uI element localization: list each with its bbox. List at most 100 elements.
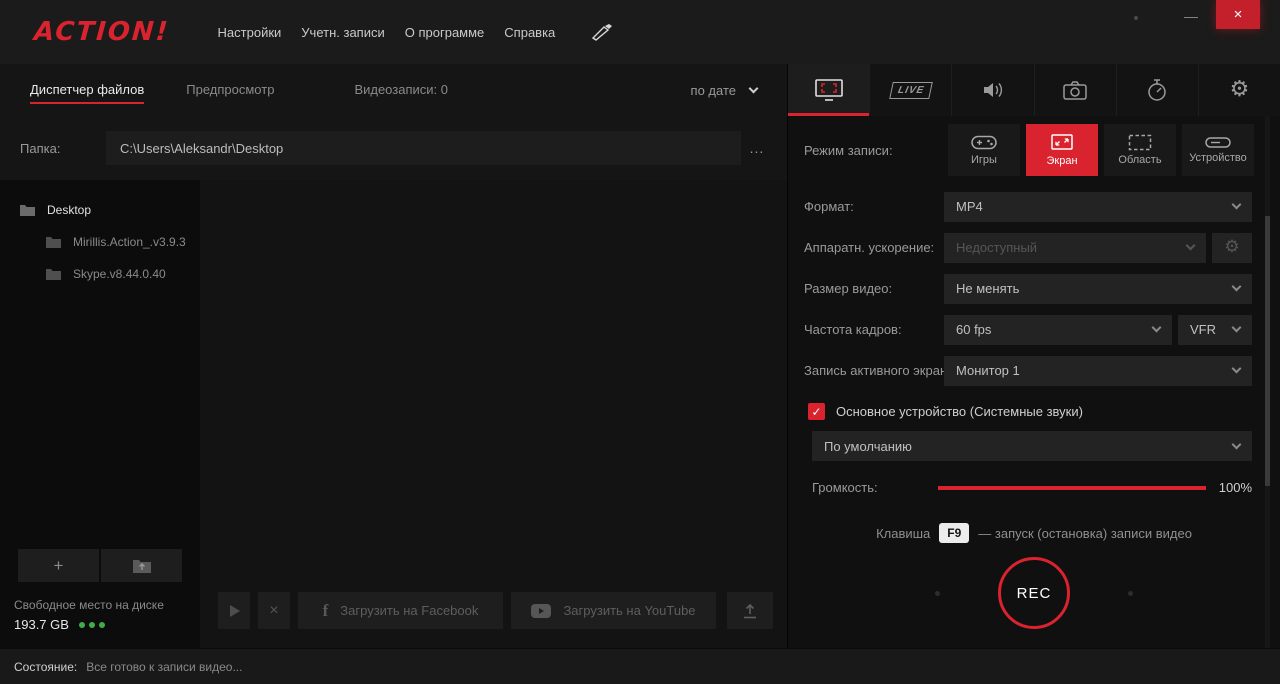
folder-label: Папка: (20, 141, 106, 156)
inactive-indicator-dot (935, 591, 940, 596)
settings-tabbar: LIVE ⚙ (788, 64, 1280, 116)
chevron-down-icon (749, 83, 759, 93)
minimize-button[interactable]: — (1180, 8, 1202, 24)
theme-brush-icon[interactable] (591, 23, 613, 41)
recording-mode-buttons: Игры Экран Область (948, 124, 1254, 176)
tab-live-streaming[interactable]: LIVE (869, 64, 951, 116)
tab-benchmark-timer[interactable] (1116, 64, 1198, 116)
sort-by-date-dropdown[interactable]: по дате (691, 83, 757, 98)
folder-path-value: C:\Users\Aleksandr\Desktop (120, 141, 283, 156)
folder-row: Папка: C:\Users\Aleksandr\Desktop ... (0, 116, 787, 180)
tab-recordings-count[interactable]: Видеозаписи: 0 (354, 76, 448, 104)
monitor-dropdown[interactable]: Монитор 1 (944, 356, 1252, 386)
camera-icon (1063, 81, 1087, 100)
action-app-window: ACTION! Настройки Учетн. записи О програ… (0, 0, 1280, 684)
vfr-value: VFR (1190, 322, 1216, 337)
audio-device-checkbox[interactable]: ✓ (808, 403, 825, 420)
menu-accounts[interactable]: Учетн. записи (291, 17, 394, 48)
framerate-row: Частота кадров: 60 fps VFR (804, 309, 1252, 350)
close-button[interactable]: × (1216, 0, 1260, 29)
mode-games-button[interactable]: Игры (948, 124, 1020, 176)
chevron-down-icon (1232, 364, 1242, 374)
tree-actions: + (0, 549, 200, 594)
delete-button[interactable]: × (258, 592, 290, 629)
tree-item-desktop[interactable]: Desktop (0, 194, 200, 226)
hw-acceleration-label: Аппаратн. ускорение: (804, 240, 944, 255)
volume-label: Громкость: (812, 480, 938, 495)
tab-screenshots[interactable] (1034, 64, 1116, 116)
tab-audio-recording[interactable] (951, 64, 1033, 116)
volume-slider[interactable] (938, 486, 1206, 490)
folder-path-input[interactable]: C:\Users\Aleksandr\Desktop (106, 131, 741, 165)
hw-acceleration-row: Аппаратн. ускорение: Недоступный ⚙ (804, 227, 1252, 268)
tree-item-label: Desktop (47, 203, 91, 217)
youtube-icon (531, 604, 551, 618)
browse-folder-button[interactable]: ... (741, 140, 773, 156)
rec-button[interactable]: REC (998, 557, 1070, 629)
chevron-down-icon (1232, 200, 1242, 210)
tab-settings[interactable]: ⚙ (1198, 64, 1280, 116)
play-button[interactable] (218, 592, 250, 629)
upload-facebook-button[interactable]: f Загрузить на Facebook (298, 592, 503, 629)
tree-item-mirillis[interactable]: Mirillis.Action_.v3.9.3 (0, 226, 200, 258)
main-content: Диспетчер файлов Предпросмотр Видеозапис… (0, 64, 1280, 648)
file-manager-tabbar: Диспетчер файлов Предпросмотр Видеозапис… (0, 64, 787, 116)
recording-mode-label: Режим записи: (804, 143, 948, 158)
upload-youtube-button[interactable]: Загрузить на YouTube (511, 592, 716, 629)
mode-label: Устройство (1189, 152, 1247, 164)
capture-device-icon (1205, 136, 1231, 149)
framerate-dropdown[interactable]: 60 fps (944, 315, 1172, 345)
hw-acceleration-dropdown[interactable]: Недоступный (944, 233, 1206, 263)
audio-device-dropdown[interactable]: По умолчанию (812, 431, 1252, 461)
format-value: MP4 (956, 199, 983, 214)
audio-device-checkbox-label: Основное устройство (Системные звуки) (836, 404, 1083, 419)
mode-device-button[interactable]: Устройство (1182, 124, 1254, 176)
video-size-dropdown[interactable]: Не менять (944, 274, 1252, 304)
menu-settings[interactable]: Настройки (208, 17, 292, 48)
folder-icon (20, 204, 35, 216)
menu-about[interactable]: О программе (395, 17, 495, 48)
upload-youtube-label: Загрузить на YouTube (563, 603, 695, 618)
import-folder-button[interactable] (101, 549, 182, 582)
vfr-dropdown[interactable]: VFR (1178, 315, 1252, 345)
folder-icon (46, 268, 61, 280)
statusbar: Состояние: Все готово к записи видео... (0, 648, 1280, 684)
recording-mode-row: Режим записи: Игры Экран (788, 116, 1280, 184)
audio-device-value: По умолчанию (824, 439, 912, 454)
folder-tree: Desktop Mirillis.Action_.v3.9.3 (0, 180, 200, 648)
mode-label: Игры (971, 154, 997, 166)
mode-screen-button[interactable]: Экран (1026, 124, 1098, 176)
export-button[interactable] (727, 592, 773, 629)
screen-record-icon (815, 79, 843, 101)
disk-free-value: 193.7 GB (14, 617, 69, 632)
media-toolbar: × f Загрузить на Facebook Загрузить на Y… (218, 592, 773, 629)
hotkey-suffix: — запуск (остановка) записи видео (978, 526, 1192, 541)
active-screen-row: Запись активного экрана: Монитор 1 (804, 350, 1252, 391)
app-logo: ACTION! (33, 17, 171, 47)
tab-preview[interactable]: Предпросмотр (186, 76, 274, 104)
chevron-down-icon (1152, 323, 1162, 333)
chevron-down-icon (1232, 323, 1242, 333)
main-menu: Настройки Учетн. записи О программе Спра… (208, 17, 566, 48)
mode-region-button[interactable]: Область (1104, 124, 1176, 176)
play-icon (230, 605, 240, 617)
scrollbar-thumb[interactable] (1265, 216, 1270, 486)
live-icon: LIVE (889, 82, 933, 99)
framerate-value: 60 fps (956, 322, 991, 337)
add-folder-button[interactable]: + (18, 549, 99, 582)
settings-scrollbar[interactable] (1265, 116, 1270, 648)
maximize-icon[interactable] (1134, 16, 1138, 20)
format-row: Формат: MP4 (804, 186, 1252, 227)
tab-file-manager[interactable]: Диспетчер файлов (30, 76, 144, 104)
format-dropdown[interactable]: MP4 (944, 192, 1252, 222)
hw-acceleration-settings-button[interactable]: ⚙ (1212, 233, 1252, 263)
audio-device-row: По умолчанию (812, 431, 1252, 461)
video-size-row: Размер видео: Не менять (804, 268, 1252, 309)
disk-status-dots (79, 622, 105, 628)
rec-zone: REC (788, 557, 1280, 629)
menu-help[interactable]: Справка (494, 17, 565, 48)
tree-item-skype[interactable]: Skype.v8.44.0.40 (0, 258, 200, 290)
recording-settings-panel: LIVE ⚙ (788, 64, 1280, 648)
tab-video-recording[interactable] (788, 64, 869, 116)
video-size-value: Не менять (956, 281, 1019, 296)
